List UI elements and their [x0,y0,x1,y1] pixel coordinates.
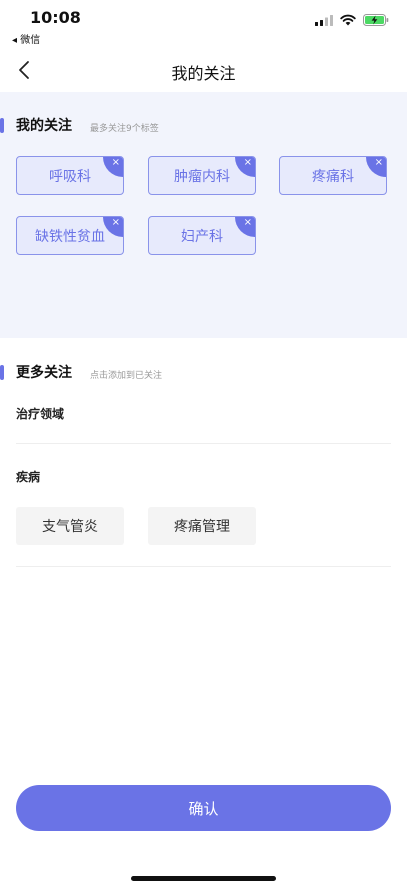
confirm-button[interactable]: 确认 [16,785,391,831]
my-follow-title: 我的关注 [16,118,72,134]
remove-icon[interactable]: × [375,157,383,169]
home-indicator [131,876,276,881]
page-title: 我的关注 [171,64,236,83]
status-icons [315,14,389,26]
back-to-app-link[interactable]: ◂ 微信 [12,31,40,46]
my-follow-header: 我的关注 最多关注9个标签 [0,114,159,136]
remove-icon[interactable]: × [112,217,120,229]
followed-tag[interactable]: 缺铁性贫血 × [16,216,124,255]
remove-icon[interactable]: × [112,157,120,169]
divider [16,443,391,444]
nav-bar: 我的关注 [0,48,407,92]
followed-tag[interactable]: 疼痛科 × [279,156,387,195]
followed-tag[interactable]: 呼吸科 × [16,156,124,195]
followed-tag-label: 呼吸科 [49,168,91,185]
option-tag[interactable]: 疼痛管理 [148,507,256,545]
status-time: 10:08 [30,8,81,27]
more-follow-title: 更多关注 [16,365,72,381]
remove-icon[interactable]: × [244,217,252,229]
category-label-disease: 疾病 [16,470,41,484]
remove-icon[interactable]: × [244,157,252,169]
followed-tag-label: 疼痛科 [312,168,354,185]
category-label-treatment: 治疗领域 [16,407,65,421]
followed-tag[interactable]: 妇产科 × [148,216,256,255]
signal-icon [315,14,333,26]
more-follow-hint: 点击添加到已关注 [90,370,163,381]
divider [16,566,391,567]
battery-charging-icon [363,14,389,26]
my-follow-section: 我的关注 最多关注9个标签 呼吸科 × 肿瘤内科 × 疼痛科 × 缺铁性贫血 ×… [0,92,407,338]
followed-tag[interactable]: 肿瘤内科 × [148,156,256,195]
section-accent-bar [0,364,4,380]
more-follow-header: 更多关注 点击添加到已关注 [0,361,162,383]
wifi-icon [340,14,356,26]
option-tag[interactable]: 支气管炎 [16,507,124,545]
status-bar: 10:08 ◂ 微信 [0,0,407,48]
followed-tag-label: 妇产科 [181,228,223,245]
section-accent-bar [0,117,4,133]
my-follow-hint: 最多关注9个标签 [90,123,159,134]
followed-tag-label: 肿瘤内科 [174,168,230,185]
followed-tag-label: 缺铁性贫血 [35,228,105,245]
